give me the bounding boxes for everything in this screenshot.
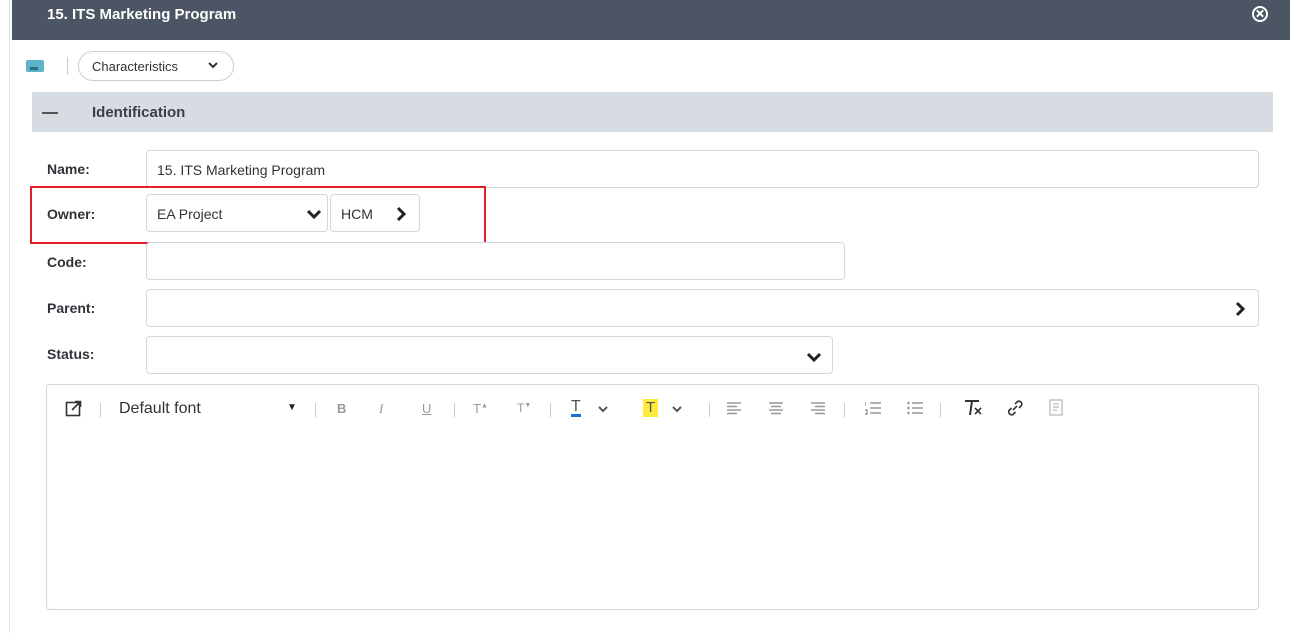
name-value: 15. ITS Marketing Program — [157, 162, 326, 178]
numbered-list-icon[interactable] — [865, 401, 881, 416]
chevron-down-icon — [806, 352, 822, 363]
characteristics-label: Characteristics — [92, 59, 178, 74]
toolbar-divider — [67, 57, 68, 75]
owner-highlight-box — [30, 186, 486, 244]
parent-field[interactable] — [146, 289, 1259, 327]
status-label: Status: — [47, 346, 95, 362]
bullet-list-icon[interactable] — [907, 401, 923, 416]
name-field[interactable]: 15. ITS Marketing Program — [146, 150, 1259, 188]
link-icon[interactable] — [1005, 398, 1025, 418]
text-color-button[interactable]: T — [571, 399, 581, 417]
toolbar-divider — [844, 403, 845, 417]
open-external-icon[interactable] — [65, 399, 83, 417]
toolbar-divider — [550, 403, 551, 417]
minus-icon[interactable] — [42, 112, 58, 114]
name-label: Name: — [47, 161, 90, 177]
chevron-down-icon[interactable] — [672, 405, 682, 413]
chevron-down-icon[interactable] — [598, 405, 608, 413]
section-title: Identification — [92, 104, 186, 121]
toolbar-divider — [100, 403, 101, 417]
window-title: 15. ITS Marketing Program — [47, 6, 237, 23]
parent-label: Parent: — [47, 300, 96, 316]
align-center-icon[interactable] — [769, 402, 783, 415]
subscript-button[interactable]: T▼ — [517, 401, 531, 415]
view-toolbar: Characteristics — [22, 50, 422, 82]
underline-button[interactable]: U — [422, 401, 431, 416]
align-right-icon[interactable] — [811, 402, 825, 415]
code-label: Code: — [47, 254, 87, 270]
superscript-button[interactable]: T▲ — [473, 401, 488, 416]
status-select[interactable] — [146, 336, 833, 374]
code-field[interactable] — [146, 242, 845, 280]
toolbar-divider — [940, 403, 941, 417]
left-edge — [0, 0, 10, 633]
chevron-down-icon — [208, 62, 218, 69]
highlight-color-button[interactable]: T — [643, 399, 659, 417]
toolbar-divider — [454, 403, 455, 417]
description-editor[interactable]: Default font ▼ B I U T▲ T▼ T T — [46, 384, 1259, 610]
toolbar-divider — [709, 403, 710, 417]
superscript-label: T — [473, 401, 481, 416]
identification-section-header[interactable]: Identification — [32, 92, 1273, 132]
italic-button[interactable]: I — [379, 401, 383, 417]
clear-formatting-icon[interactable] — [963, 399, 983, 417]
window-title-bar: 15. ITS Marketing Program — [12, 0, 1290, 40]
view-card-icon[interactable] — [26, 60, 44, 72]
bold-button[interactable]: B — [337, 401, 346, 416]
source-view-icon[interactable] — [1049, 399, 1065, 416]
close-icon[interactable] — [1252, 6, 1268, 22]
toolbar-divider — [315, 403, 316, 417]
chevron-right-icon[interactable] — [1234, 301, 1246, 317]
align-left-icon[interactable] — [727, 402, 741, 415]
characteristics-dropdown[interactable]: Characteristics — [78, 51, 234, 81]
font-family-select[interactable]: Default font — [119, 400, 201, 418]
font-dropdown-arrow-icon[interactable]: ▼ — [287, 402, 297, 413]
